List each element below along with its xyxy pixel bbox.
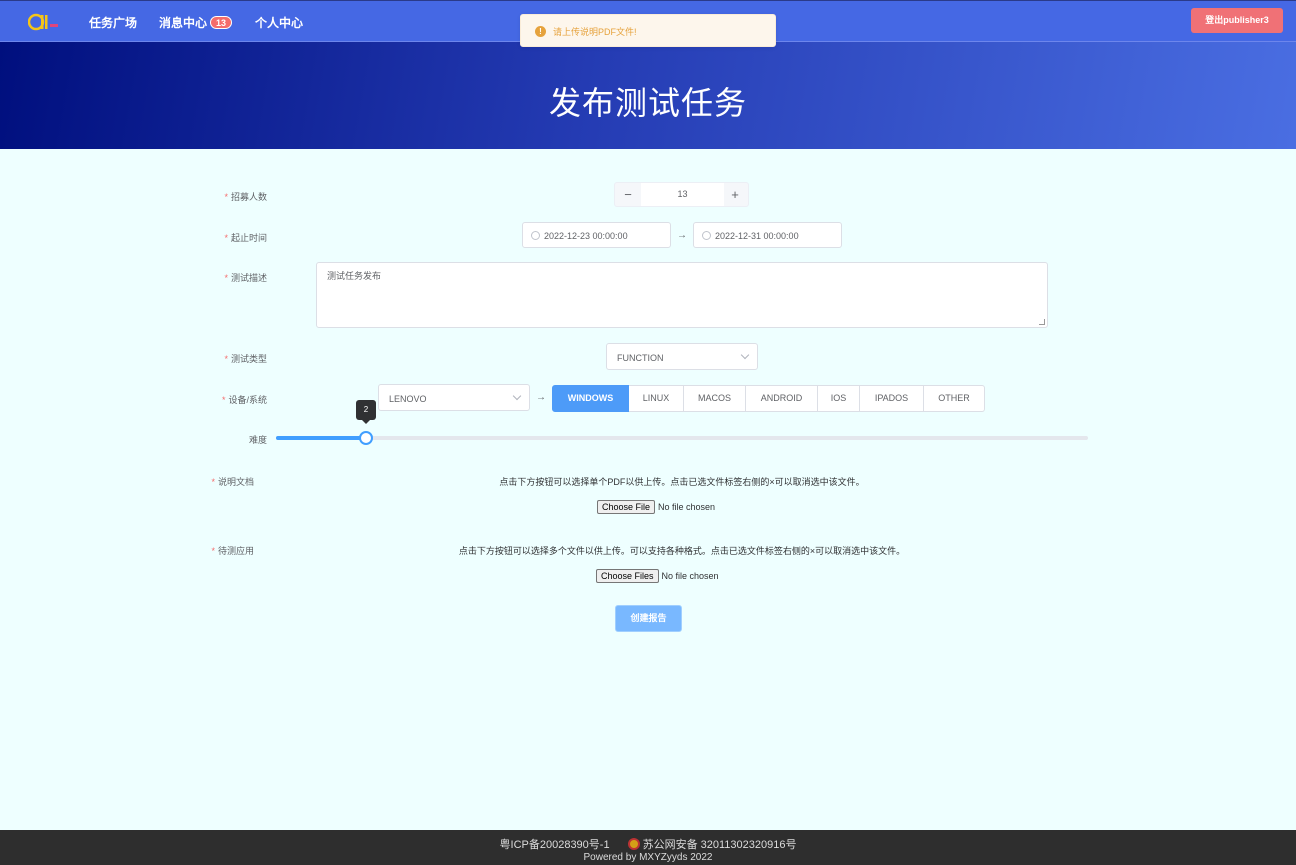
- nav-message-center[interactable]: 消息中心 13: [159, 14, 233, 31]
- warning-toast: ! 请上传说明PDF文件!: [520, 14, 776, 47]
- create-report-button[interactable]: 创建报告: [615, 605, 682, 632]
- device-os-label: * 设备/系统: [221, 395, 267, 405]
- powered-by: Powered by MXYZyyds 2022: [583, 852, 713, 863]
- description-value: 测试任务发布: [327, 271, 382, 281]
- difficulty-slider-thumb[interactable]: [359, 431, 373, 445]
- end-date-value: 2022-12-31 00:00:00: [715, 231, 799, 241]
- start-date-value: 2022-12-23 00:00:00: [544, 231, 628, 241]
- warning-icon: !: [535, 26, 546, 37]
- recruit-count-label: * 招募人数: [224, 192, 267, 202]
- resize-handle-icon[interactable]: [1039, 319, 1045, 325]
- os-option-linux[interactable]: LINUX: [629, 385, 684, 412]
- doc-file-input: Choose File No file chosen: [597, 500, 715, 514]
- police-badge-icon: [627, 838, 640, 850]
- page-banner: 发布测试任务: [0, 42, 1296, 149]
- doc-file-status: No file chosen: [658, 502, 716, 512]
- icp-link[interactable]: 粤ICP备20028390号-1: [500, 839, 610, 851]
- recruit-count-input[interactable]: 13: [641, 183, 724, 206]
- police-record-link[interactable]: 苏公网安备 32011302320916号: [643, 839, 797, 851]
- os-option-macos[interactable]: MACOS: [684, 385, 746, 412]
- app-file-input: Choose Files No file chosen: [596, 569, 719, 583]
- chevron-down-icon: [740, 350, 750, 360]
- description-textarea[interactable]: 测试任务发布: [316, 262, 1048, 328]
- decrement-button[interactable]: −: [615, 183, 641, 206]
- arrow-right-icon: →: [677, 230, 687, 241]
- os-option-ipados[interactable]: IPADOS: [860, 385, 924, 412]
- nav-task-square[interactable]: 任务广场: [89, 14, 137, 31]
- device-value: LENOVO: [389, 394, 427, 404]
- app-label: * 待测应用: [211, 546, 254, 556]
- test-type-label: * 测试类型: [224, 354, 267, 364]
- increment-button[interactable]: +: [722, 183, 748, 206]
- app-file-status: No file chosen: [661, 571, 719, 581]
- test-type-select[interactable]: FUNCTION: [606, 343, 758, 370]
- test-type-value: FUNCTION: [617, 353, 664, 363]
- doc-hint: 点击下方按钮可以选择单个PDF以供上传。点击已选文件标签右侧的×可以取消选中该文…: [499, 477, 865, 487]
- end-date-input[interactable]: 2022-12-31 00:00:00: [693, 222, 842, 248]
- choose-files-button[interactable]: Choose Files: [596, 569, 659, 583]
- description-label: * 测试描述: [224, 273, 267, 283]
- message-count-badge: 13: [210, 16, 233, 29]
- os-option-ios[interactable]: IOS: [818, 385, 860, 412]
- footer: 粤ICP备20028390号-1 苏公网安备 32011302320916号 Po…: [0, 830, 1296, 865]
- start-date-input[interactable]: 2022-12-23 00:00:00: [522, 222, 671, 248]
- recruit-count-stepper: − 13 +: [614, 182, 749, 207]
- logo-icon[interactable]: [28, 12, 64, 32]
- arrow-right-icon: →: [536, 392, 546, 403]
- difficulty-label: 难度: [248, 435, 267, 445]
- os-option-windows[interactable]: WINDOWS: [552, 385, 629, 412]
- clock-icon: [531, 231, 540, 240]
- nav-personal-center[interactable]: 个人中心: [255, 14, 303, 31]
- logout-button[interactable]: 登出publisher3: [1191, 8, 1283, 33]
- page-title: 发布测试任务: [548, 85, 747, 121]
- nav-message-center-label: 消息中心: [159, 16, 208, 30]
- device-select[interactable]: LENOVO: [378, 384, 530, 411]
- difficulty-slider-fill: [276, 436, 367, 440]
- difficulty-slider[interactable]: [276, 436, 1088, 440]
- tooltip-arrow: [362, 420, 370, 424]
- doc-label: * 说明文档: [211, 477, 254, 487]
- os-option-other[interactable]: OTHER: [924, 385, 985, 412]
- app-hint: 点击下方按钮可以选择多个文件以供上传。可以支持各种格式。点击已选文件标签右侧的×…: [458, 546, 906, 556]
- period-label: * 起止时间: [224, 233, 267, 243]
- os-option-android[interactable]: ANDROID: [746, 385, 818, 412]
- os-radio-group: WINDOWS LINUX MACOS ANDROID IOS IPADOS O…: [552, 385, 985, 412]
- choose-file-button[interactable]: Choose File: [597, 500, 656, 514]
- clock-icon: [702, 231, 711, 240]
- chevron-down-icon: [512, 391, 522, 401]
- toast-message: 请上传说明PDF文件!: [553, 27, 637, 37]
- difficulty-tooltip: 2: [356, 400, 376, 420]
